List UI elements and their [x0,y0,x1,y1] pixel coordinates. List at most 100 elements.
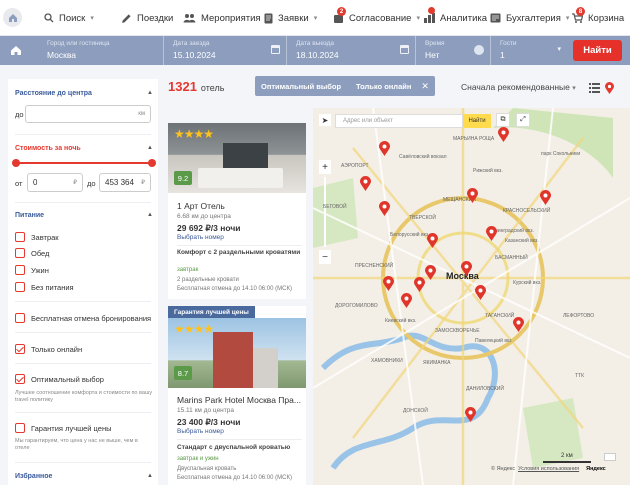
chevron-up-icon[interactable]: ▲ [147,145,153,151]
nav-analytics[interactable]: Аналитика [424,0,487,36]
checkbox-checked[interactable] [15,374,25,384]
checkbox-box[interactable] [15,265,25,275]
hotel-map-pin[interactable] [360,176,371,191]
food-none-label: Без питания [31,282,74,292]
hotel-map-pin[interactable] [383,276,394,291]
hotel-name[interactable]: Marins Park Hotel Москва Пра... [177,395,302,405]
hotel-map-pin[interactable] [486,226,497,241]
home-button[interactable] [3,8,22,27]
city-field[interactable]: Город или гостиница Москва [38,36,164,65]
currency-label: ₽ [141,180,145,186]
favorites-filter-title[interactable]: Избранное [15,473,52,480]
hotel-map-pin[interactable] [467,188,478,203]
zoom-out-button[interactable]: − [319,250,331,264]
food-lunch-checkbox[interactable]: Обед [15,248,49,258]
nav-cart-label: Корзина [588,12,625,24]
choose-room-link[interactable]: Выбрать номер [177,234,302,241]
free-cancel-checkbox[interactable]: Бесплатная отмена бронирования [15,313,151,323]
price-filter-title[interactable]: Стоимость за ночь [15,145,81,152]
hotel-photo[interactable]: ★★★★ 8.7 [168,318,306,388]
best-price-checkbox[interactable]: Гарантия лучшей цены [15,423,111,433]
hotel-map-pin[interactable] [401,293,412,308]
online-only-checkbox[interactable]: Только онлайн [15,344,82,354]
hotel-map-pin[interactable] [461,261,472,276]
locate-icon[interactable]: ➤ [319,114,331,126]
price-from-value: 0 [33,178,38,187]
hotel-map-pin[interactable] [540,190,551,205]
zoom-in-button[interactable]: + [319,160,331,174]
food-breakfast-checkbox[interactable]: Завтрак [15,232,59,242]
fullscreen-icon[interactable]: ⤢ [516,113,530,127]
hotel-map-pin[interactable] [513,317,524,332]
choose-room-link[interactable]: Выбрать номер [177,428,302,435]
checkbox-box[interactable] [15,248,25,258]
checkin-field[interactable]: Дата заезда 15.10.2024 [164,36,287,65]
food-none-checkbox[interactable]: Без питания [15,282,74,292]
price-to-input[interactable]: 453 364 ₽ [99,173,151,192]
checkbox-checked[interactable] [15,344,25,354]
chevron-up-icon[interactable]: ▲ [147,90,153,96]
layers-icon[interactable]: ⧉ [496,113,510,127]
nav-approval-label: Согласование [349,12,412,24]
time-field[interactable]: Время Нет [416,36,491,65]
hotel-card[interactable]: Гарантия лучшей цены ★★★★ 8.7 Marins Par… [168,306,306,485]
price-slider-max-handle[interactable] [148,159,156,167]
price-from-input[interactable]: 0 ₽ [27,173,83,192]
nav-trips[interactable]: Поездки [121,0,173,36]
nav-accounting[interactable]: Бухгалтерия ▾ [490,0,569,36]
food-dinner-checkbox[interactable]: Ужин [15,265,49,275]
checkout-field[interactable]: Дата выезда 18.10.2024 [287,36,416,65]
food-filter-title[interactable]: Питание [15,212,44,219]
checkbox-box[interactable] [15,313,25,323]
checkbox-box[interactable] [15,423,25,433]
divider [177,439,302,440]
chevron-down-icon: ▾ [313,15,318,22]
checkbox-box[interactable] [15,282,25,292]
checkbox-box[interactable] [15,232,25,242]
nav-approval[interactable]: Согласование ▾ [333,0,420,36]
map-terms-link[interactable]: Условия использования [518,466,579,472]
hotel-map-pin[interactable] [465,407,476,422]
ruler-icon[interactable] [604,453,616,461]
nav-requests[interactable]: Заявки ▾ [264,0,317,36]
chip-optimal[interactable]: Оптимальный выбор✕ [255,76,365,96]
guests-field[interactable]: Гости 1 ▾ [491,36,567,65]
map-label-aeroport: АЭРОПОРТ [341,163,369,169]
nav-search[interactable]: Поиск ▾ [44,0,94,36]
distance-filter-title[interactable]: Расстояние до центра [15,90,92,97]
hotel-photo[interactable]: ★★★★ 9.2 [168,123,306,193]
find-button[interactable]: Найти [573,40,622,61]
map[interactable]: Адрес или объект Найти ➤ ⧉ ⤢ + − Москва … [313,108,630,485]
close-icon[interactable]: ✕ [421,81,429,92]
room-type: Стандарт с двуспальной кроватью [177,444,291,451]
price-slider-min-handle[interactable] [12,159,20,167]
optimal-checkbox[interactable]: Оптимальный выбор [15,374,104,384]
map-label-kazansky: Казанский вкз. [505,238,539,244]
list-view-icon[interactable] [589,83,600,93]
nav-cart[interactable]: Корзина [572,0,624,36]
hotel-card[interactable]: ★★★★ 9.2 1 Арт Отель 6.68 км до центра 2… [168,123,306,299]
distance-input[interactable]: км [25,105,151,123]
hotel-map-pin[interactable] [475,285,486,300]
hotel-map-pin[interactable] [379,141,390,156]
nav-events[interactable]: Мероприятия [183,0,261,36]
hotel-map-pin[interactable] [498,127,509,142]
zoom-slider[interactable] [324,177,326,247]
map-label-basmanny: БАСМАННЫЙ [495,255,528,261]
hotel-map-pin[interactable] [379,201,390,216]
hotel-type-button[interactable] [6,42,25,59]
map-find-button[interactable]: Найти [463,114,491,128]
chevron-up-icon[interactable]: ▲ [147,212,153,218]
hotel-map-pin[interactable] [427,233,438,248]
map-view-icon[interactable] [605,82,614,94]
hotel-name[interactable]: 1 Арт Отель [177,201,302,211]
hotel-map-pin[interactable] [425,265,436,280]
hotel-map-pin[interactable] [414,277,425,292]
sort-select[interactable]: Сначала рекомендованные ▾ [461,82,576,92]
star-rating: ★★★★ [174,127,214,141]
map-search-input[interactable]: Адрес или объект [335,114,463,128]
bed-type: 2 раздельные кровати [177,277,239,283]
chip-online[interactable]: Только онлайн ✕ [350,76,435,96]
hotel-distance: 15.11 км до центра [177,407,234,414]
chevron-up-icon[interactable]: ▲ [147,473,153,479]
